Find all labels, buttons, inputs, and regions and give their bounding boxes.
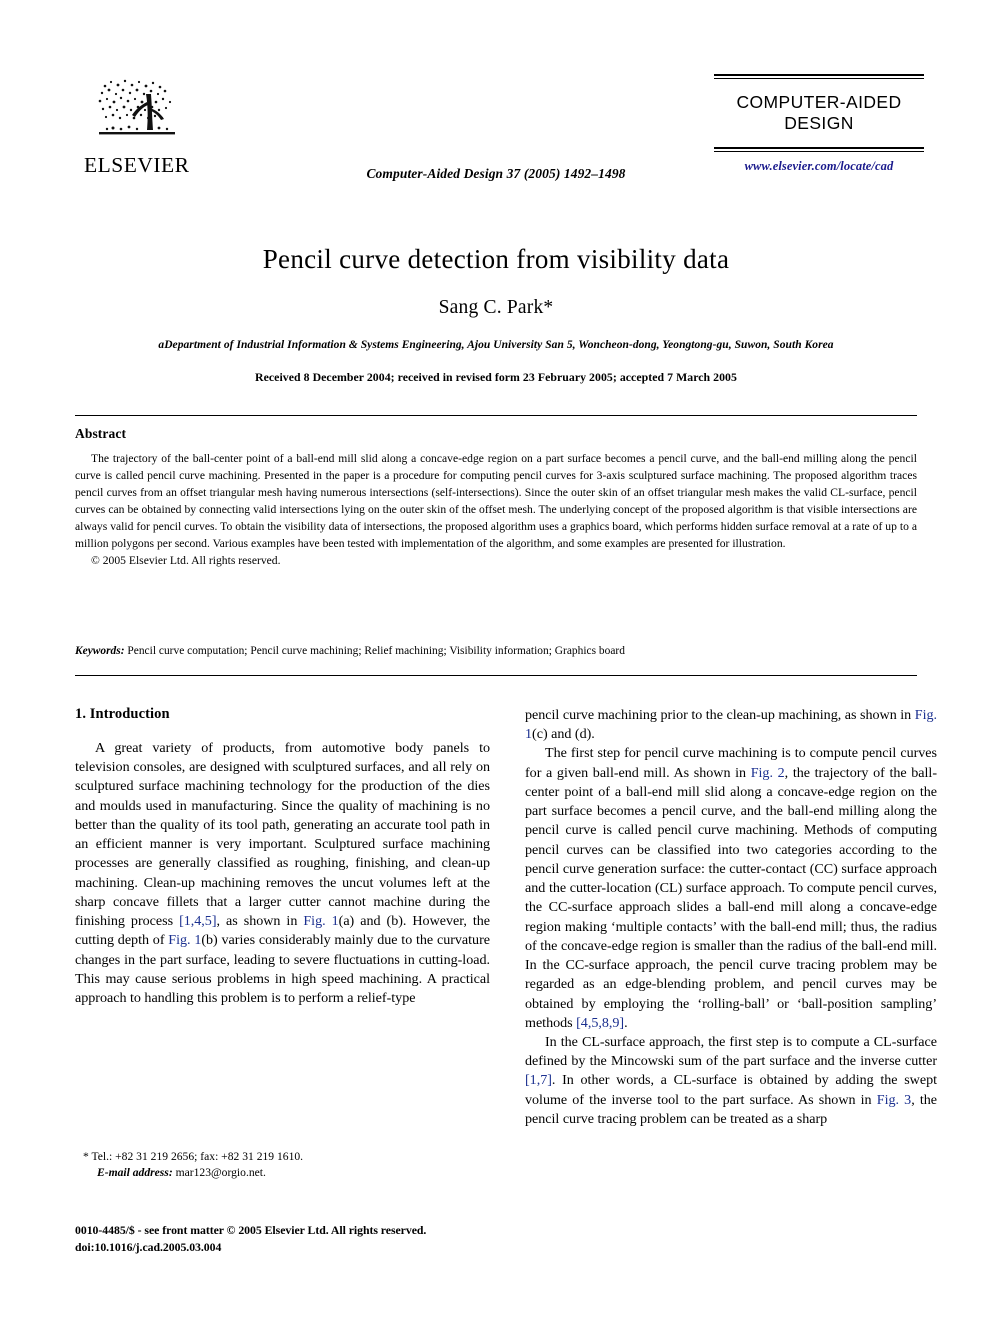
citation-link-145[interactable]: [1,4,5] — [179, 913, 216, 929]
paragraph-intro-2: pencil curve machining prior to the clea… — [525, 706, 937, 744]
issn-copyright-line: 0010-4485/$ - see front matter © 2005 El… — [75, 1223, 427, 1237]
abstract-body: The trajectory of the ball-center point … — [75, 452, 917, 550]
email-address[interactable]: mar123@orgio.net. — [173, 1166, 266, 1179]
imprint-block: 0010-4485/$ - see front matter © 2005 El… — [75, 1222, 505, 1256]
publisher-logo: ELSEVIER — [84, 72, 189, 177]
affiliation-text: Department of Industrial Information & S… — [164, 339, 834, 352]
email-label: E-mail address: — [97, 1166, 173, 1180]
author-list: Sang C. Park* — [438, 297, 554, 319]
paper-page: ELSEVIER Computer-Aided Design 37 (2005)… — [0, 0, 992, 1323]
section-heading-introduction: 1. Introduction — [75, 706, 170, 722]
masthead: ELSEVIER Computer-Aided Design 37 (2005)… — [0, 62, 992, 212]
journal-brand-block: COMPUTER-AIDED DESIGN www.elsevier.com/l… — [714, 74, 924, 174]
column-right: pencil curve machining prior to the clea… — [525, 706, 937, 1129]
text-run: pencil curve machining prior to the clea… — [525, 707, 915, 723]
abstract-heading: Abstract — [75, 426, 127, 441]
text-run: , the trajectory of the ball-center poin… — [525, 764, 937, 1031]
keywords-line: Keywords: Pencil curve computation; Penc… — [75, 645, 917, 657]
doi-line[interactable]: doi:10.1016/j.cad.2005.03.004 — [75, 1239, 505, 1256]
abstract-rule-top — [75, 415, 917, 416]
text-run: . — [624, 1014, 628, 1031]
keywords-label: Keywords: — [75, 645, 125, 657]
paragraph-intro-4: In the CL-surface approach, the first st… — [525, 1033, 937, 1129]
citation-link-17[interactable]: [1,7] — [525, 1072, 552, 1088]
title-block: Pencil curve detection from visibility d… — [75, 243, 917, 385]
paragraph-intro-1: A great variety of products, from automo… — [75, 739, 490, 1008]
page-title: Pencil curve detection from visibility d… — [262, 244, 730, 274]
figure-link-fig3[interactable]: Fig. 3 — [877, 1092, 911, 1108]
figure-link-fig1-b[interactable]: Fig. 1 — [168, 932, 201, 948]
citation-link-4589[interactable]: [4,5,8,9] — [576, 1015, 624, 1031]
column-left: 1. Introduction A great variety of produ… — [75, 706, 490, 1129]
journal-name: COMPUTER-AIDED DESIGN — [736, 92, 902, 134]
body-columns: 1. Introduction A great variety of produ… — [75, 706, 937, 1129]
abstract-rule-bottom — [75, 675, 917, 676]
text-run: . In other words, a CL-surface is obtain… — [525, 1072, 937, 1108]
text-run: A great variety of products, from automo… — [75, 740, 490, 930]
elsevier-tree-logo-icon — [90, 72, 183, 154]
text-run: In the CL-surface approach, the first st… — [525, 1033, 937, 1070]
footnote-block: * Tel.: +82 31 219 2656; fax: +82 31 219… — [75, 1149, 490, 1182]
footnote-email: E-mail address: mar123@orgio.net. — [75, 1165, 490, 1181]
abstract-section: Abstract The trajectory of the ball-cent… — [75, 426, 917, 570]
figure-link-fig2[interactable]: Fig. 2 — [751, 765, 785, 781]
keywords-text: Pencil curve computation; Pencil curve m… — [124, 645, 625, 657]
text-run: (c) and (d). — [532, 726, 595, 743]
footnote-contact: * Tel.: +82 31 219 2656; fax: +82 31 219… — [75, 1149, 490, 1165]
footnote-tel: Tel.: +82 31 219 2656; fax: +82 31 219 1… — [88, 1150, 304, 1163]
affiliation: aDepartment of Industrial Information & … — [75, 339, 917, 351]
figure-link-fig1-a[interactable]: Fig. 1 — [303, 913, 338, 929]
abstract-copyright: © 2005 Elsevier Ltd. All rights reserved… — [91, 553, 281, 567]
text-run: , as shown in — [216, 913, 304, 930]
journal-url-link[interactable]: www.elsevier.com/locate/cad — [714, 152, 924, 174]
submission-dates: Received 8 December 2004; received in re… — [255, 370, 737, 385]
paragraph-intro-3: The first step for pencil curve machinin… — [525, 744, 937, 1033]
